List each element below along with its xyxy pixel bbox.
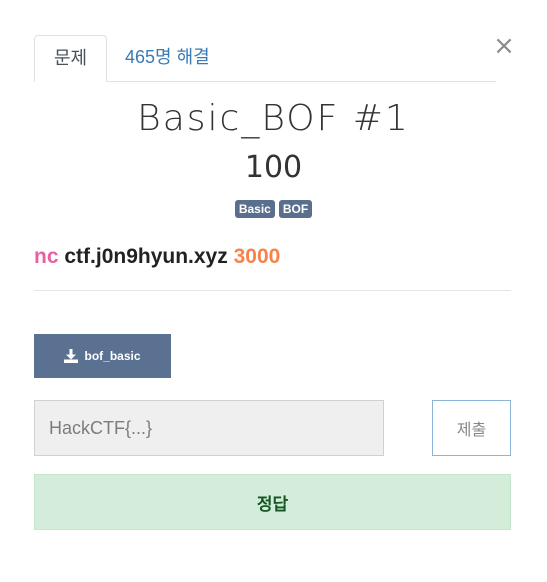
connection-info: nc ctf.j0n9hyun.xyz 3000 [34, 245, 280, 269]
challenge-points: 100 [244, 150, 303, 185]
submit-button[interactable]: 제출 [432, 400, 511, 456]
flag-input[interactable] [34, 400, 384, 456]
connection-port: 3000 [233, 245, 281, 268]
tab-solves[interactable]: 465명 해결 [125, 35, 210, 81]
connection-host: ctf.j0n9hyun.xyz [64, 245, 228, 268]
connection-command: nc [34, 245, 59, 268]
download-icon [64, 349, 79, 363]
challenge-tags: Basic BOF [0, 200, 547, 218]
divider [34, 290, 511, 291]
challenge-tabs: 문제 465명 해결 [34, 35, 496, 82]
tab-challenge[interactable]: 문제 [34, 35, 107, 82]
tag-badge: Basic [234, 200, 275, 218]
download-label: bof_basic [84, 349, 141, 363]
close-icon[interactable]: × [493, 33, 515, 59]
result-alert: 정답 [34, 474, 511, 530]
challenge-title: Basic_BOF #1 [137, 98, 410, 139]
tag-badge: BOF [278, 200, 313, 218]
download-button[interactable]: bof_basic [34, 334, 171, 378]
